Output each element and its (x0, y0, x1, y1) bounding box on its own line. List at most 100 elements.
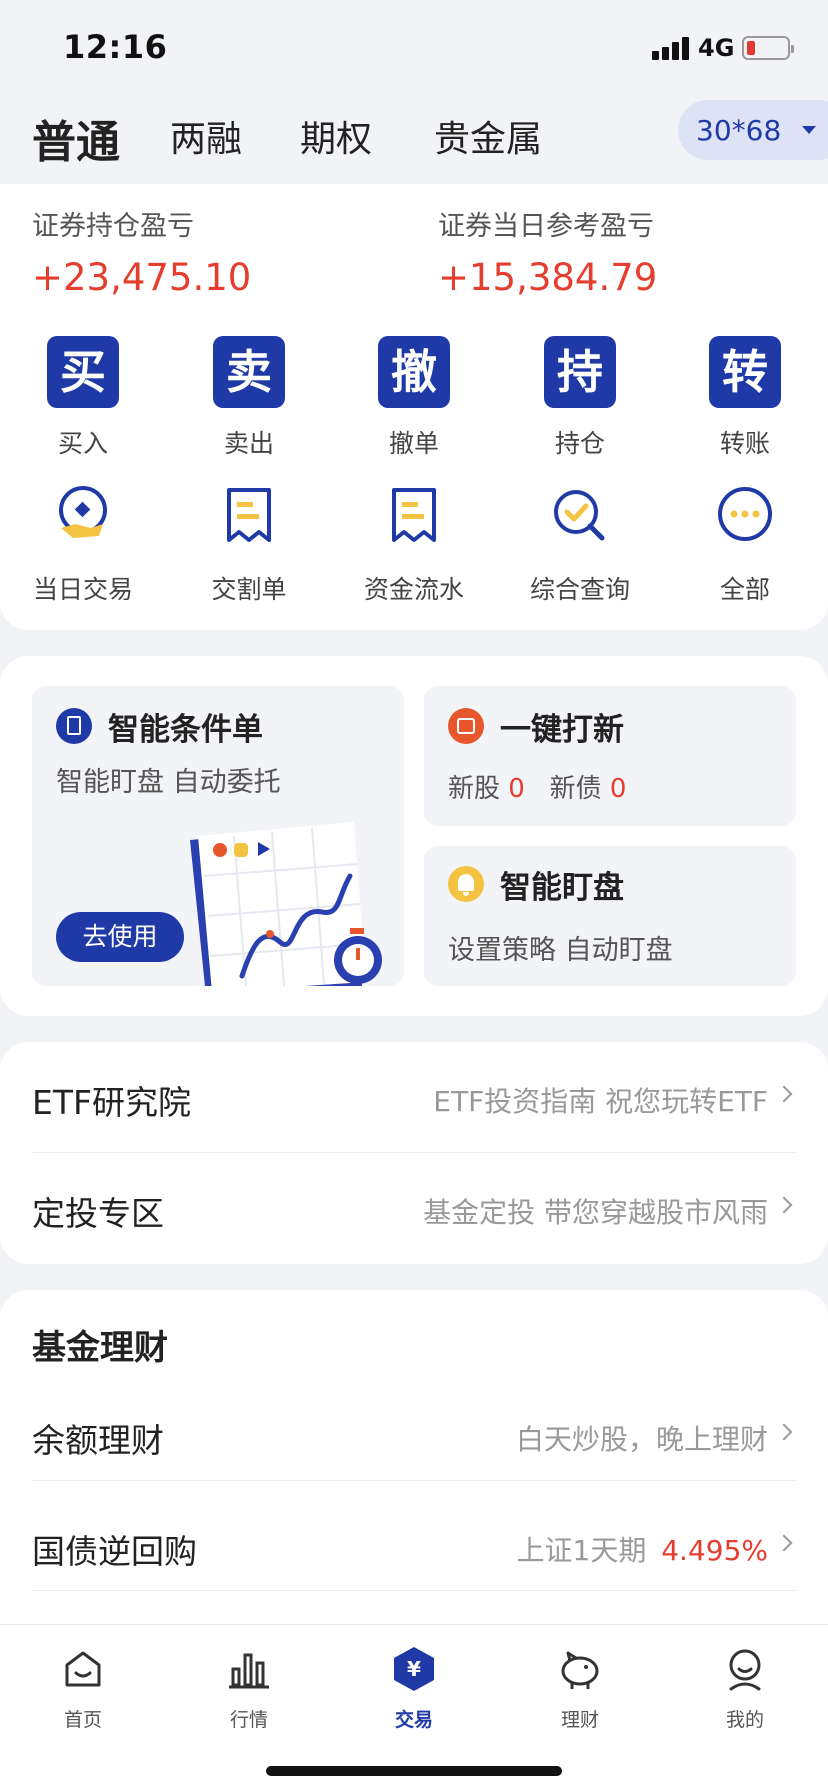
more-icon (718, 487, 772, 541)
cash-flow-label: 资金流水 (363, 575, 464, 604)
cash-flow-icon (392, 488, 436, 542)
sell-icon: 卖 (213, 336, 285, 408)
market-icon (229, 1653, 269, 1689)
profile-icon (729, 1649, 761, 1691)
ipo-counts: 新股 0 新债 0 (448, 768, 626, 805)
ipo-title: 一键打新 (500, 712, 624, 748)
sell-button[interactable]: 卖 卖出 (166, 336, 332, 460)
status-time: 12:16 (63, 28, 168, 66)
ipo-panel[interactable]: 一键打新 新股 0 新债 0 (424, 686, 796, 826)
balance-wealth-title: 余额理财 (32, 1421, 164, 1460)
tab-market[interactable]: 行情 (166, 1645, 332, 1732)
delivery-slip-button[interactable]: 交割单 (166, 484, 332, 606)
fixed-investment-desc: 基金定投 带您穿越股市风雨 (423, 1196, 768, 1229)
smart-features-card: 智能条件单 智能盯盘 自动委托 去使用 一键打新 新股 0 新债 0 智能盯盘 … (0, 656, 828, 1016)
bell-icon (448, 866, 484, 902)
tab-margin[interactable]: 两融 (170, 110, 242, 162)
buy-button[interactable]: 买 买入 (0, 336, 166, 460)
home-indicator (266, 1766, 562, 1776)
caret-down-icon (802, 126, 816, 134)
tab-trade[interactable]: ¥ 交易 (331, 1645, 497, 1732)
delivery-slip-label: 交割单 (211, 575, 287, 604)
signal-icon (652, 36, 692, 60)
transfer-button[interactable]: 转 转账 (662, 336, 828, 460)
new-stock-label: 新股 (448, 774, 501, 804)
reverse-repo-title: 国债逆回购 (32, 1532, 197, 1571)
tab-wealth-label: 理财 (560, 1709, 599, 1731)
smart-order-title: 智能条件单 (108, 712, 263, 748)
chevron-right-icon (775, 1534, 793, 1552)
delivery-slip-icon (227, 488, 271, 542)
chevron-right-icon (775, 1423, 793, 1441)
home-icon (65, 1651, 101, 1687)
balance-wealth-desc: 白天炒股，晚上理财 (515, 1423, 768, 1456)
cash-flow-button[interactable]: 资金流水 (331, 484, 497, 606)
fund-section: 基金理财 余额理财 白天炒股，晚上理财 国债逆回购 上证1天期 4.495% (0, 1290, 828, 1630)
chevron-right-icon (775, 1085, 793, 1103)
all-tools-label: 全部 (719, 575, 770, 604)
buy-label: 买入 (57, 429, 108, 458)
promo-links-card: ETF研究院 ETF投资指南 祝您玩转ETF 定投专区 基金定投 带您穿越股市风… (0, 1042, 828, 1264)
divider (32, 1480, 796, 1481)
query-button[interactable]: 综合查询 (497, 484, 663, 606)
etf-research-desc: ETF投资指南 祝您玩转ETF (433, 1085, 768, 1118)
new-stock-count: 0 (508, 774, 525, 804)
cancel-order-button[interactable]: 撤 撤单 (331, 336, 497, 460)
transfer-label: 转账 (719, 429, 770, 458)
positions-icon: 持 (544, 336, 616, 408)
tab-precious-metals[interactable]: 贵金属 (434, 110, 542, 162)
holding-pnl-value: +23,475.10 (32, 256, 252, 299)
tab-market-label: 行情 (229, 1709, 268, 1731)
tab-trade-label: 交易 (394, 1709, 433, 1731)
account-type-tabs: 普通 两融 期权 贵金属 30*68 (0, 96, 828, 184)
chevron-right-icon (775, 1196, 793, 1214)
positions-label: 持仓 (554, 429, 605, 458)
tab-options[interactable]: 期权 (300, 110, 372, 162)
etf-research-row[interactable]: ETF研究院 ETF投资指南 祝您玩转ETF (32, 1042, 796, 1152)
fund-section-title: 基金理财 (32, 1328, 168, 1368)
cancel-order-label: 撤单 (388, 429, 439, 458)
trade-summary-card: 证券持仓盈亏 +23,475.10 证券当日参考盈亏 +15,384.79 买 … (0, 184, 828, 630)
new-bond-label: 新债 (549, 774, 602, 804)
smart-monitor-title: 智能盯盘 (500, 870, 624, 906)
reverse-repo-rate: 4.495% (661, 1534, 768, 1567)
use-smart-order-button[interactable]: 去使用 (56, 912, 184, 962)
divider (32, 1590, 796, 1591)
trade-icon: ¥ (394, 1647, 434, 1691)
tab-normal[interactable]: 普通 (32, 106, 120, 170)
ipo-icon (448, 708, 484, 744)
svg-text:¥: ¥ (407, 1657, 421, 1681)
all-tools-button[interactable]: 全部 (662, 484, 828, 606)
balance-wealth-row[interactable]: 余额理财 白天炒股，晚上理财 (32, 1380, 796, 1490)
daily-trade-button[interactable]: 当日交易 (0, 484, 166, 606)
reverse-repo-term: 上证1天期 (516, 1534, 647, 1567)
tab-wealth[interactable]: 理财 (497, 1645, 663, 1732)
tab-home[interactable]: 首页 (0, 1645, 166, 1732)
today-pnl-label: 证券当日参考盈亏 (438, 211, 654, 242)
query-label: 综合查询 (529, 575, 630, 604)
tab-profile-label: 我的 (725, 1709, 764, 1731)
piggy-bank-icon (561, 1651, 599, 1689)
status-bar: 12:16 4G (0, 0, 828, 96)
tab-profile[interactable]: 我的 (662, 1645, 828, 1732)
fixed-investment-row[interactable]: 定投专区 基金定投 带您穿越股市风雨 (32, 1153, 796, 1263)
smart-order-subtitle: 智能盯盘 自动委托 (56, 767, 281, 798)
smart-order-icon (56, 708, 92, 744)
new-bond-count: 0 (609, 774, 627, 804)
sell-label: 卖出 (223, 429, 274, 458)
transfer-icon: 转 (709, 336, 781, 408)
account-number: 30*68 (696, 114, 782, 147)
account-selector[interactable]: 30*68 (678, 100, 828, 160)
smart-order-panel[interactable]: 智能条件单 智能盯盘 自动委托 去使用 (32, 686, 404, 986)
buy-icon: 买 (47, 336, 119, 408)
reverse-repo-row[interactable]: 国债逆回购 上证1天期 4.495% (32, 1491, 796, 1601)
daily-trade-label: 当日交易 (32, 575, 133, 604)
reverse-repo-desc: 上证1天期 4.495% (517, 1529, 769, 1569)
network-type: 4G (698, 34, 735, 62)
cancel-order-icon: 撤 (378, 336, 450, 408)
tab-home-label: 首页 (63, 1709, 102, 1731)
smart-monitor-panel[interactable]: 智能盯盘 设置策略 自动盯盘 (424, 846, 796, 986)
positions-button[interactable]: 持 持仓 (497, 336, 663, 460)
fixed-investment-title: 定投专区 (32, 1194, 164, 1233)
smart-order-illustration (190, 822, 382, 986)
